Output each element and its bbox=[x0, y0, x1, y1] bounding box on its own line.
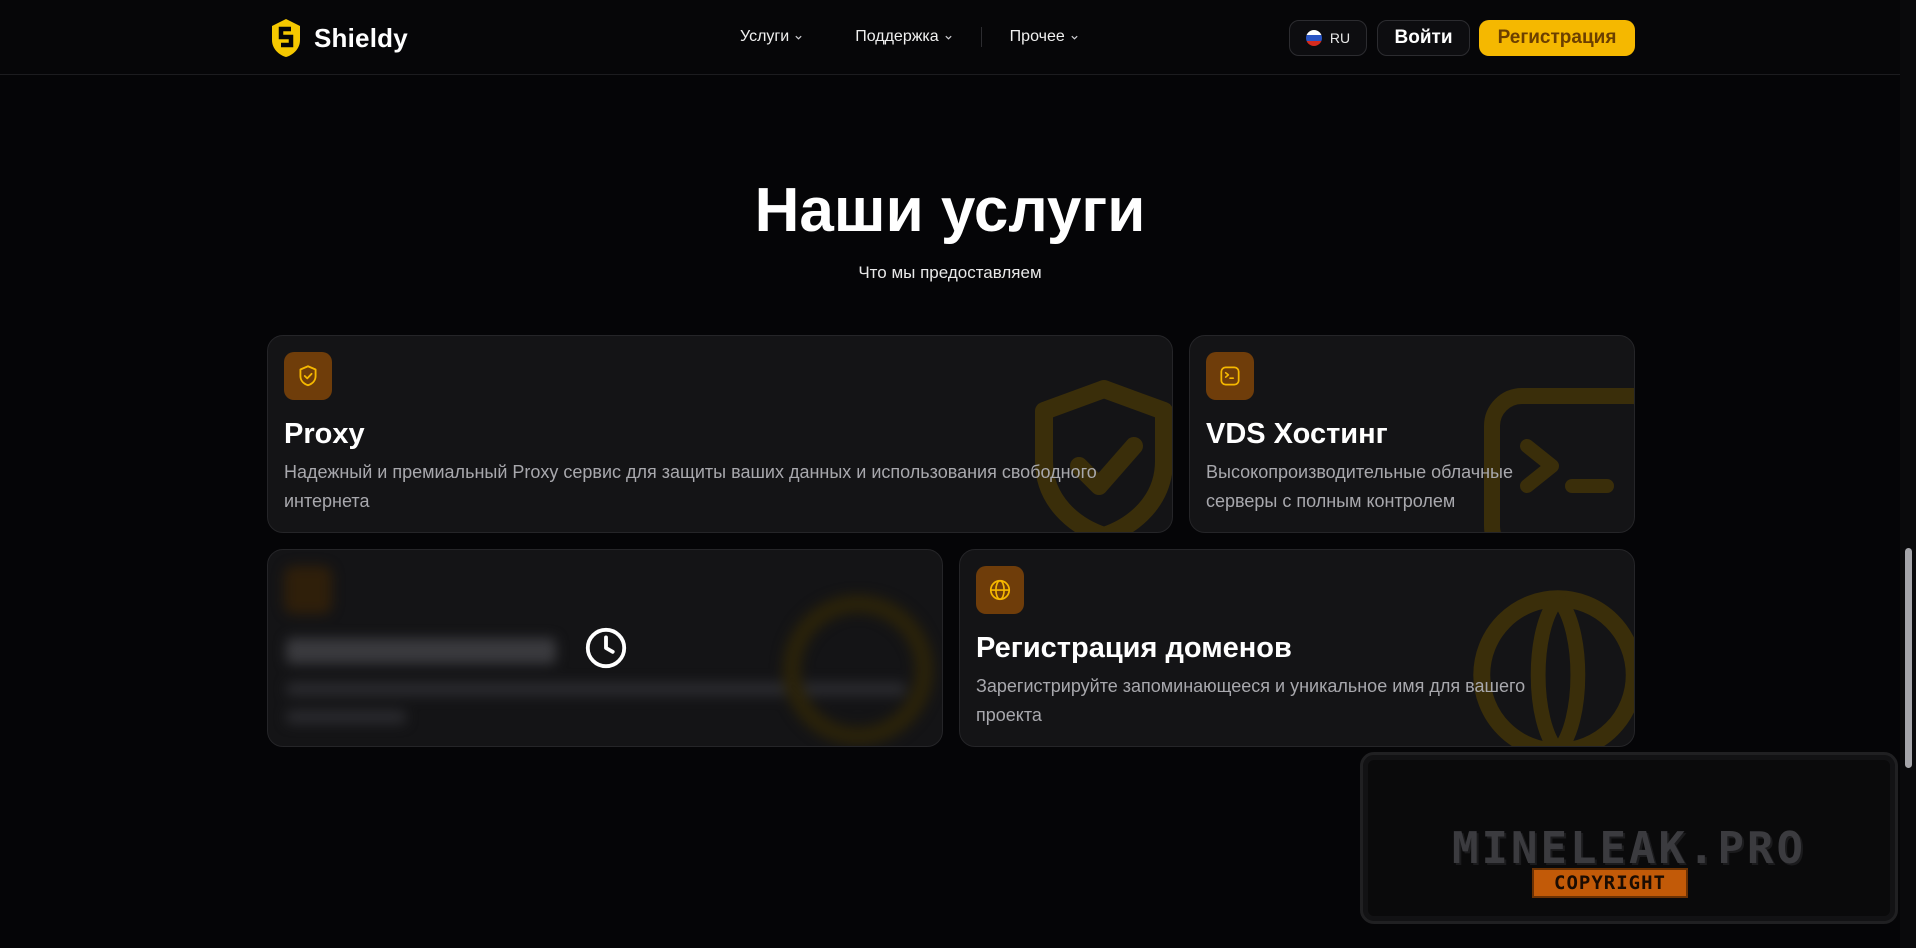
scrollbar-thumb[interactable] bbox=[1905, 548, 1912, 768]
nav-divider bbox=[980, 27, 982, 47]
blurred-icon bbox=[284, 566, 332, 614]
blurred-bg-icon bbox=[782, 594, 934, 746]
nav-support[interactable]: Поддержка bbox=[855, 28, 952, 46]
register-button[interactable]: Регистрация bbox=[1479, 20, 1635, 56]
card-description: Высокопроизводительные облачные серверы … bbox=[1206, 462, 1513, 511]
blurred-line-placeholder bbox=[286, 710, 406, 724]
logo[interactable]: Shieldy bbox=[270, 18, 408, 58]
section-title: Наши услуги bbox=[754, 176, 1146, 245]
card-title: Proxy bbox=[284, 418, 365, 450]
chevron-down-icon bbox=[945, 35, 952, 40]
blurred-title-placeholder bbox=[286, 638, 556, 664]
chevron-down-icon bbox=[795, 35, 802, 40]
card-title: Регистрация доменов bbox=[976, 632, 1292, 664]
shield-check-icon bbox=[284, 352, 332, 400]
service-card-locked bbox=[267, 549, 943, 747]
globe-icon bbox=[976, 566, 1024, 614]
shieldy-logo-icon bbox=[272, 19, 300, 57]
nav-services[interactable]: Услуги bbox=[740, 28, 803, 46]
nav-support-label: Поддержка bbox=[855, 28, 939, 45]
watermark-overlay: MINELEAK.PRO COPYRIGHT bbox=[1360, 752, 1898, 924]
language-selector[interactable]: RU bbox=[1289, 20, 1367, 56]
login-button[interactable]: Войти bbox=[1377, 20, 1470, 56]
card-description: Надежный и премиальный Proxy сервис для … bbox=[284, 462, 1097, 511]
main-nav: Услуги Поддержка Прочее bbox=[740, 27, 1079, 47]
service-card-vds[interactable]: VDS Хостинг Высокопроизводительные облач… bbox=[1189, 335, 1635, 533]
site-header: Shieldy Услуги Поддержка Прочее RU Войти… bbox=[0, 0, 1900, 75]
logo-text: Shieldy bbox=[314, 22, 408, 53]
service-card-domains[interactable]: Регистрация доменов Зарегистрируйте запо… bbox=[959, 549, 1635, 747]
russia-flag-icon bbox=[1305, 30, 1322, 46]
card-description: Зарегистрируйте запоминающееся и уникаль… bbox=[976, 676, 1526, 725]
card-title: VDS Хостинг bbox=[1206, 418, 1388, 450]
language-label: RU bbox=[1329, 30, 1351, 46]
nav-other-label: Прочее bbox=[1009, 28, 1065, 45]
chevron-down-icon bbox=[1071, 35, 1078, 40]
section-subtitle: Что мы предоставляем bbox=[858, 263, 1042, 282]
watermark-text: MINELEAK.PRO bbox=[1452, 823, 1806, 874]
nav-services-label: Услуги bbox=[740, 28, 790, 45]
nav-other[interactable]: Прочее bbox=[1010, 28, 1079, 46]
page-scrollbar[interactable] bbox=[1900, 0, 1916, 948]
terminal-icon bbox=[1206, 352, 1254, 400]
watermark-badge: COPYRIGHT bbox=[1532, 868, 1688, 898]
service-card-proxy[interactable]: Proxy Надежный и премиальный Proxy серви… bbox=[267, 335, 1173, 533]
clock-icon bbox=[585, 627, 627, 669]
